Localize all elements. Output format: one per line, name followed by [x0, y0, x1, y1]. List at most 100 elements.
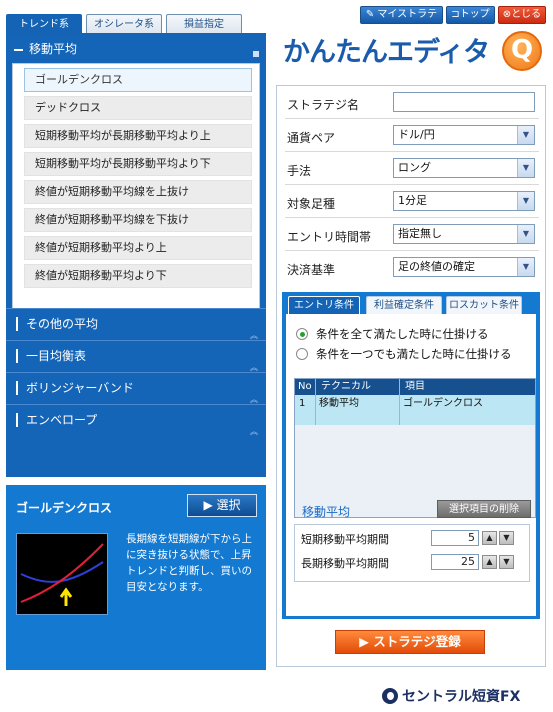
radio-all-label: 条件を全て満たした時に仕掛ける [316, 327, 489, 341]
long-period-input[interactable]: 25 [431, 554, 479, 570]
spin-down-icon[interactable]: ▼ [499, 555, 514, 569]
currency-pair-value: ドル/円 [398, 128, 435, 141]
list-item[interactable]: 短期移動平均が長期移動平均より上 [24, 124, 252, 148]
chevron-down-icon: ▼ [517, 225, 534, 243]
category-label: その他の平均 [26, 317, 99, 331]
strategy-form: ストラテジ名 通貨ペア ドル/円 ▼ 手法 ロング ▼ 対象足種 1分足 ▼ エントリ… [276, 85, 546, 667]
app-logo-q: Q [502, 31, 542, 71]
golden-cross-illustration [16, 533, 108, 615]
chevron-down-icon: ▼ [517, 159, 534, 177]
strategy-name-row: ストラテジ名 [285, 87, 539, 119]
delete-selected-button[interactable]: 選択項目の削除 [437, 500, 531, 518]
tab-entry-condition[interactable]: エントリ条件 [288, 296, 360, 314]
condition-table: No テクニカル 項目 1 移動平均 ゴールデンクロス [294, 378, 536, 518]
bar-type-label: 対象足種 [287, 197, 336, 211]
my-strategy-button[interactable]: ✎ マイストラテジ [360, 6, 443, 36]
method-value: ロング [398, 161, 431, 174]
list-item[interactable]: 終値が短期移動平均より下 [24, 264, 252, 288]
collapse-icon [14, 48, 23, 51]
condition-list: ゴールデンクロス デッドクロス 短期移動平均が長期移動平均より上 短期移動平均が… [12, 63, 260, 331]
list-item[interactable]: ゴールデンクロス [24, 68, 252, 92]
chevron-down-icon: ▼ [517, 126, 534, 144]
tab-trend[interactable]: トレンド系 [6, 14, 82, 34]
entry-time-select[interactable]: 指定無し ▼ [393, 224, 535, 244]
list-item[interactable]: 終値が短期移動平均線を上抜け [24, 180, 252, 204]
category-envelope[interactable]: エンベロープ ︽ [6, 404, 266, 436]
category-bollinger[interactable]: ボリンジャーバンド ︽ [6, 372, 266, 404]
detail-title: ゴールデンクロス [16, 501, 113, 515]
play-icon: ▶ [203, 498, 217, 512]
spin-up-icon[interactable]: ▲ [482, 531, 497, 545]
tab-profit-loss[interactable]: 損益指定 [166, 14, 242, 34]
register-label: ストラテジ登録 [373, 634, 461, 649]
bar-type-select[interactable]: 1分足 ▼ [393, 191, 535, 211]
column-divider [315, 379, 316, 425]
method-label: 手法 [287, 164, 312, 178]
list-item[interactable]: 終値が短期移動平均線を下抜け [24, 208, 252, 232]
param-label-long-period: 長期移動平均期間 [301, 557, 389, 570]
app-title: かんたんエディタ [283, 37, 490, 68]
square-icon [253, 51, 259, 57]
radio-all-conditions[interactable]: 条件を全て満たした時に仕掛ける [296, 326, 489, 342]
company-logo-text: セントラル短資FX [402, 689, 521, 705]
column-header-item: 項目 [405, 381, 425, 392]
bar-icon [16, 413, 18, 427]
settlement-select[interactable]: 足の終値の確定 ▼ [393, 257, 535, 277]
spin-up-icon[interactable]: ▲ [482, 555, 497, 569]
table-row[interactable]: 1 移動平均 ゴールデンクロス [295, 395, 535, 425]
radio-unchecked-icon [296, 348, 308, 360]
column-header-technical: テクニカル [321, 381, 371, 392]
entry-time-value: 指定無し [398, 227, 442, 240]
bracket-icon: ⊐ [451, 9, 460, 20]
bar-icon [16, 349, 18, 363]
close-label: とじる [511, 9, 542, 20]
method-select[interactable]: ロング ▼ [393, 158, 535, 178]
indicator-panel: 移動平均 ゴールデンクロス デッドクロス 短期移動平均が長期移動平均より上 短期… [6, 35, 266, 477]
condition-area: エントリ条件 利益確定条件 ロスカット条件 条件を全て満たした時に仕掛ける 条件… [282, 292, 540, 619]
category-other-averages[interactable]: その他の平均 ︽ [6, 308, 266, 340]
list-item[interactable]: 短期移動平均が長期移動平均より下 [24, 152, 252, 176]
table-cell-technical: 移動平均 [319, 398, 359, 409]
category-ichimoku[interactable]: 一目均衡表 ︽ [6, 340, 266, 372]
detail-panel: ゴールデンクロス ▶ 選択 長期線を短期線が下から上に突き抜ける状態で、上昇トレ… [6, 485, 266, 670]
list-item[interactable]: 終値が短期移動平均より上 [24, 236, 252, 260]
chevron-down-icon: ▼ [517, 258, 534, 276]
table-header: No テクニカル 項目 [295, 379, 535, 395]
short-period-input[interactable]: 5 [431, 530, 479, 546]
category-header-label: 移動平均 [29, 42, 78, 56]
bar-icon [16, 317, 18, 331]
column-divider [399, 379, 400, 425]
currency-pair-select[interactable]: ドル/円 ▼ [393, 125, 535, 145]
strategy-name-input[interactable] [393, 92, 535, 112]
editor-window: トレンド系 オシレータ系 損益指定 移動平均 ゴールデンクロス デッドクロス 短… [0, 0, 553, 712]
tab-take-profit[interactable]: 利益確定条件 [366, 296, 442, 314]
radio-any-condition[interactable]: 条件を一つでも満たした時に仕掛ける [296, 346, 512, 362]
category-label: 一目均衡表 [26, 349, 87, 363]
settlement-value: 足の終値の確定 [398, 260, 475, 273]
top-button[interactable]: ⊐トップ [446, 6, 495, 24]
spin-down-icon[interactable]: ▼ [499, 531, 514, 545]
parameter-section-title: 移動平均 [302, 505, 351, 519]
table-cell-no: 1 [299, 398, 306, 409]
tab-oscillator[interactable]: オシレータ系 [86, 14, 162, 34]
column-header-no: No [298, 381, 312, 392]
company-logo: セントラル短資FX [382, 686, 520, 706]
select-button[interactable]: ▶ 選択 [187, 494, 257, 517]
close-button[interactable]: ⊗とじる [498, 6, 546, 24]
register-strategy-button[interactable]: ▶ ストラテジ登録 [335, 630, 485, 654]
play-icon: ▶ [359, 634, 374, 649]
tab-stop-loss[interactable]: ロスカット条件 [446, 296, 522, 314]
radio-checked-icon [296, 328, 308, 340]
list-item[interactable]: デッドクロス [24, 96, 252, 120]
entry-time-label: エントリ時間帯 [287, 230, 372, 244]
detail-description: 長期線を短期線が下から上に突き抜ける状態で、上昇トレンドと判断し、買いの目安とな… [126, 533, 252, 593]
pencil-icon: ✎ [365, 9, 378, 20]
currency-pair-row: 通貨ペア ドル/円 ▼ [285, 120, 539, 152]
chevron-up-icon: ︽ [250, 427, 258, 436]
category-header-moving-average[interactable]: 移動平均 [6, 35, 266, 63]
logo-mark-icon [382, 688, 398, 704]
method-row: 手法 ロング ▼ [285, 153, 539, 185]
currency-pair-label: 通貨ペア [287, 131, 336, 145]
settlement-row: 決済基準 足の終値の確定 ▼ [285, 252, 539, 284]
bar-icon [16, 381, 18, 395]
